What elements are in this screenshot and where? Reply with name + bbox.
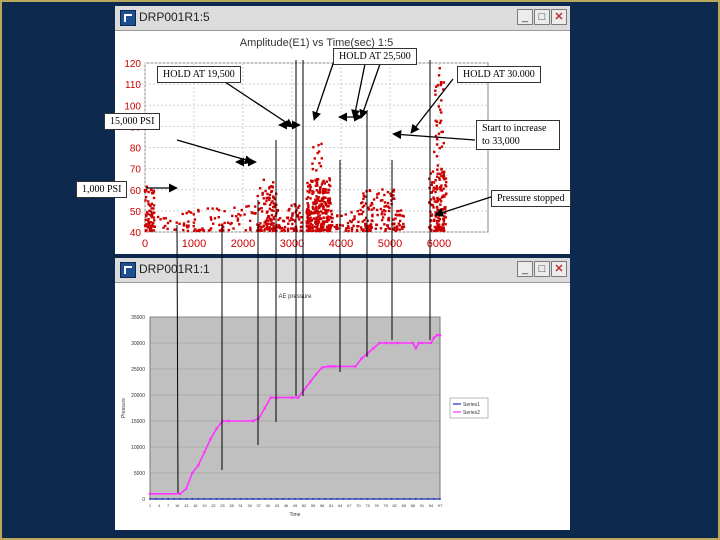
- callout-pressure-stopped: Pressure stopped: [491, 190, 571, 207]
- callout-1000-psi: 1,000 PSI: [76, 181, 128, 198]
- callout-hold-25500: HOLD AT 25,500: [333, 48, 417, 65]
- callout-increase-33000: Start to increase to 33,000: [476, 120, 560, 150]
- annotation-arrow: [176, 139, 254, 165]
- callout-hold-19500: HOLD AT 19,500: [157, 66, 241, 83]
- annotation-arrow: [410, 78, 454, 134]
- callout-hold-30000: HOLD AT 30.000: [457, 66, 541, 83]
- annotation-overlay: [146, 54, 495, 494]
- callout-15000-psi: 15,000 PSI: [104, 113, 161, 130]
- annotation-arrow: [221, 79, 294, 128]
- annotation-arrow: [392, 130, 476, 141]
- annotation-arrow: [434, 195, 495, 217]
- annotation-guide-line: [176, 224, 179, 494]
